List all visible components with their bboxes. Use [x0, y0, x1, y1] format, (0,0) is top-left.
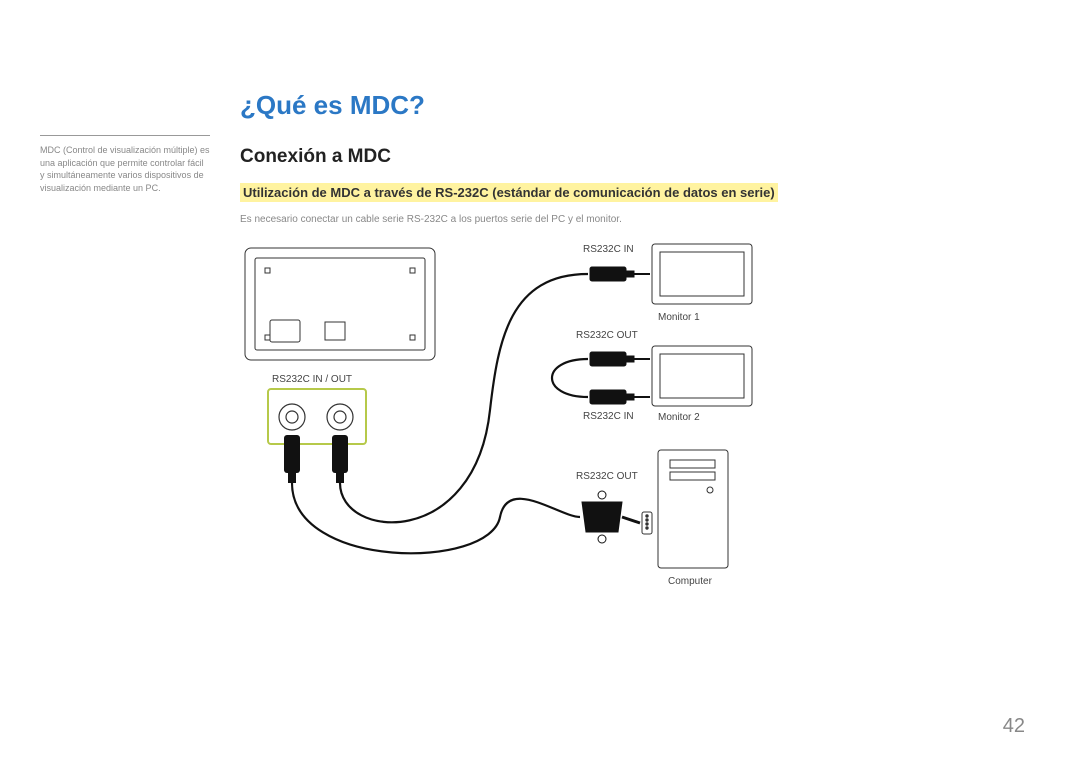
subheading-highlight: Utilización de MDC a través de RS-232C (…	[240, 183, 778, 202]
section-subtitle: Conexión a MDC	[240, 146, 1020, 168]
connection-diagram: RS232C IN / OUT RS232C IN RS232C OUT RS2…	[240, 240, 800, 620]
sidebar-note-text: MDC (Control de visualización múltiple) …	[40, 145, 210, 193]
label-monitor-2: Monitor 2	[658, 412, 700, 423]
label-rs-out-1: RS232C OUT	[576, 330, 638, 341]
label-monitor-1: Monitor 1	[658, 312, 700, 323]
diagram-svg	[240, 240, 800, 620]
sidebar-note: MDC (Control de visualización múltiple) …	[40, 135, 210, 194]
label-port-panel: RS232C IN / OUT	[272, 374, 352, 385]
label-computer: Computer	[668, 576, 712, 587]
section-description: Es necesario conectar un cable serie RS-…	[240, 214, 1020, 225]
main-content: ¿Qué es MDC? Conexión a MDC Utilización …	[240, 90, 1020, 620]
document-page: MDC (Control de visualización múltiple) …	[0, 0, 1080, 763]
label-rs-in-2: RS232C IN	[583, 411, 634, 422]
label-rs-out-2: RS232C OUT	[576, 471, 638, 482]
page-title: ¿Qué es MDC?	[240, 90, 1020, 121]
label-rs-in-1: RS232C IN	[583, 244, 634, 255]
page-number: 42	[1003, 715, 1025, 738]
